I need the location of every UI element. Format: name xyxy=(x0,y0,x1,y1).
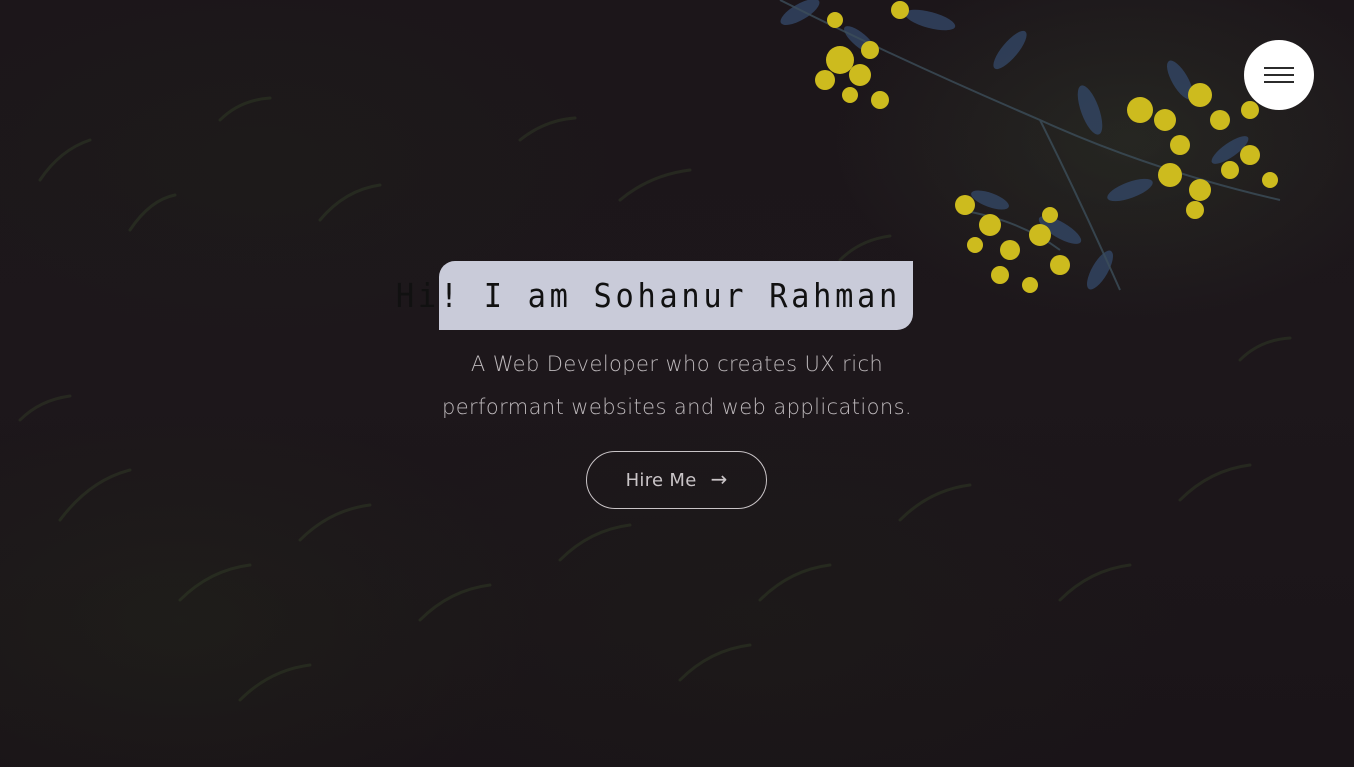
intro-title: Hi! I am Sohanur Rahman xyxy=(395,276,901,315)
hire-me-button[interactable]: Hire Me → xyxy=(586,451,767,509)
hire-me-label: Hire Me xyxy=(625,469,697,491)
menu-button[interactable] xyxy=(1244,40,1314,110)
intro-title-box: Hi! I am Sohanur Rahman xyxy=(396,261,913,330)
intro-subtitle-line-1: A Web Developer who creates UX rich xyxy=(470,352,884,376)
hamburger-icon xyxy=(1264,67,1294,83)
intro-subtitle-line-2: performant websites and web applications… xyxy=(441,395,913,419)
intro-subtitle: A Web Developer who creates UX rich perf… xyxy=(427,343,927,429)
hero-section: Hi! I am Sohanur Rahman A Web Developer … xyxy=(0,0,1354,767)
arrow-right-icon: → xyxy=(710,467,728,491)
